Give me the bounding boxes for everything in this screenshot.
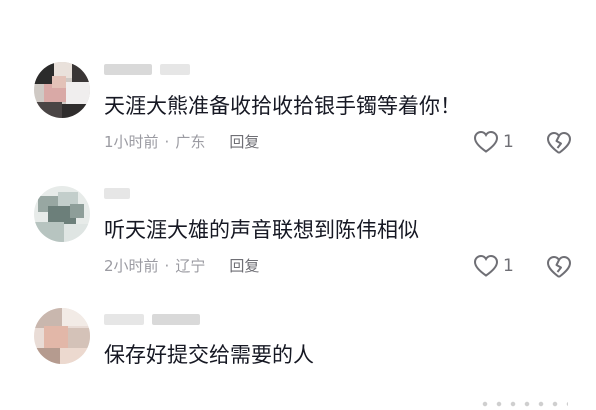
comment-meta: 1小时前 · 广东 回复 — [104, 132, 259, 152]
dislike-button[interactable] — [545, 254, 573, 280]
heart-outline-icon — [473, 130, 499, 153]
comment-time: 1小时前 — [104, 133, 159, 151]
comment-text: 保存好提交给需要的人 — [104, 343, 314, 367]
broken-heart-icon — [547, 256, 571, 278]
like-button[interactable]: 1 — [473, 254, 514, 278]
like-button[interactable]: 1 — [473, 130, 514, 154]
avatar-image — [34, 186, 90, 242]
meta-separator: · — [164, 133, 170, 151]
comment-location: 辽宁 — [175, 257, 206, 275]
avatar[interactable] — [34, 186, 90, 242]
comment-time: 2小时前 — [104, 257, 159, 275]
comment-text: 天涯大熊准备收拾收拾银手镯等着你！ — [104, 94, 461, 118]
comment-location: 广东 — [175, 133, 206, 151]
avatar-image — [34, 308, 90, 364]
meta-separator: · — [164, 257, 170, 275]
reply-button[interactable]: 回复 — [229, 256, 259, 276]
username-blurred[interactable] — [104, 314, 200, 325]
reply-button[interactable]: 回复 — [229, 132, 259, 152]
comment-meta: 2小时前 · 辽宁 回复 — [104, 256, 259, 276]
avatar-image — [34, 62, 90, 118]
avatar[interactable] — [34, 62, 90, 118]
username-blurred[interactable] — [104, 64, 190, 75]
broken-heart-icon — [547, 132, 571, 154]
heart-outline-icon — [473, 254, 499, 277]
username-blurred[interactable] — [104, 188, 130, 199]
like-count: 1 — [503, 256, 514, 276]
comment-text: 听天涯大雄的声音联想到陈伟相似 — [104, 218, 419, 242]
more-indicator — [478, 401, 568, 407]
dislike-button[interactable] — [545, 130, 573, 156]
like-count: 1 — [503, 132, 514, 152]
avatar[interactable] — [34, 308, 90, 364]
